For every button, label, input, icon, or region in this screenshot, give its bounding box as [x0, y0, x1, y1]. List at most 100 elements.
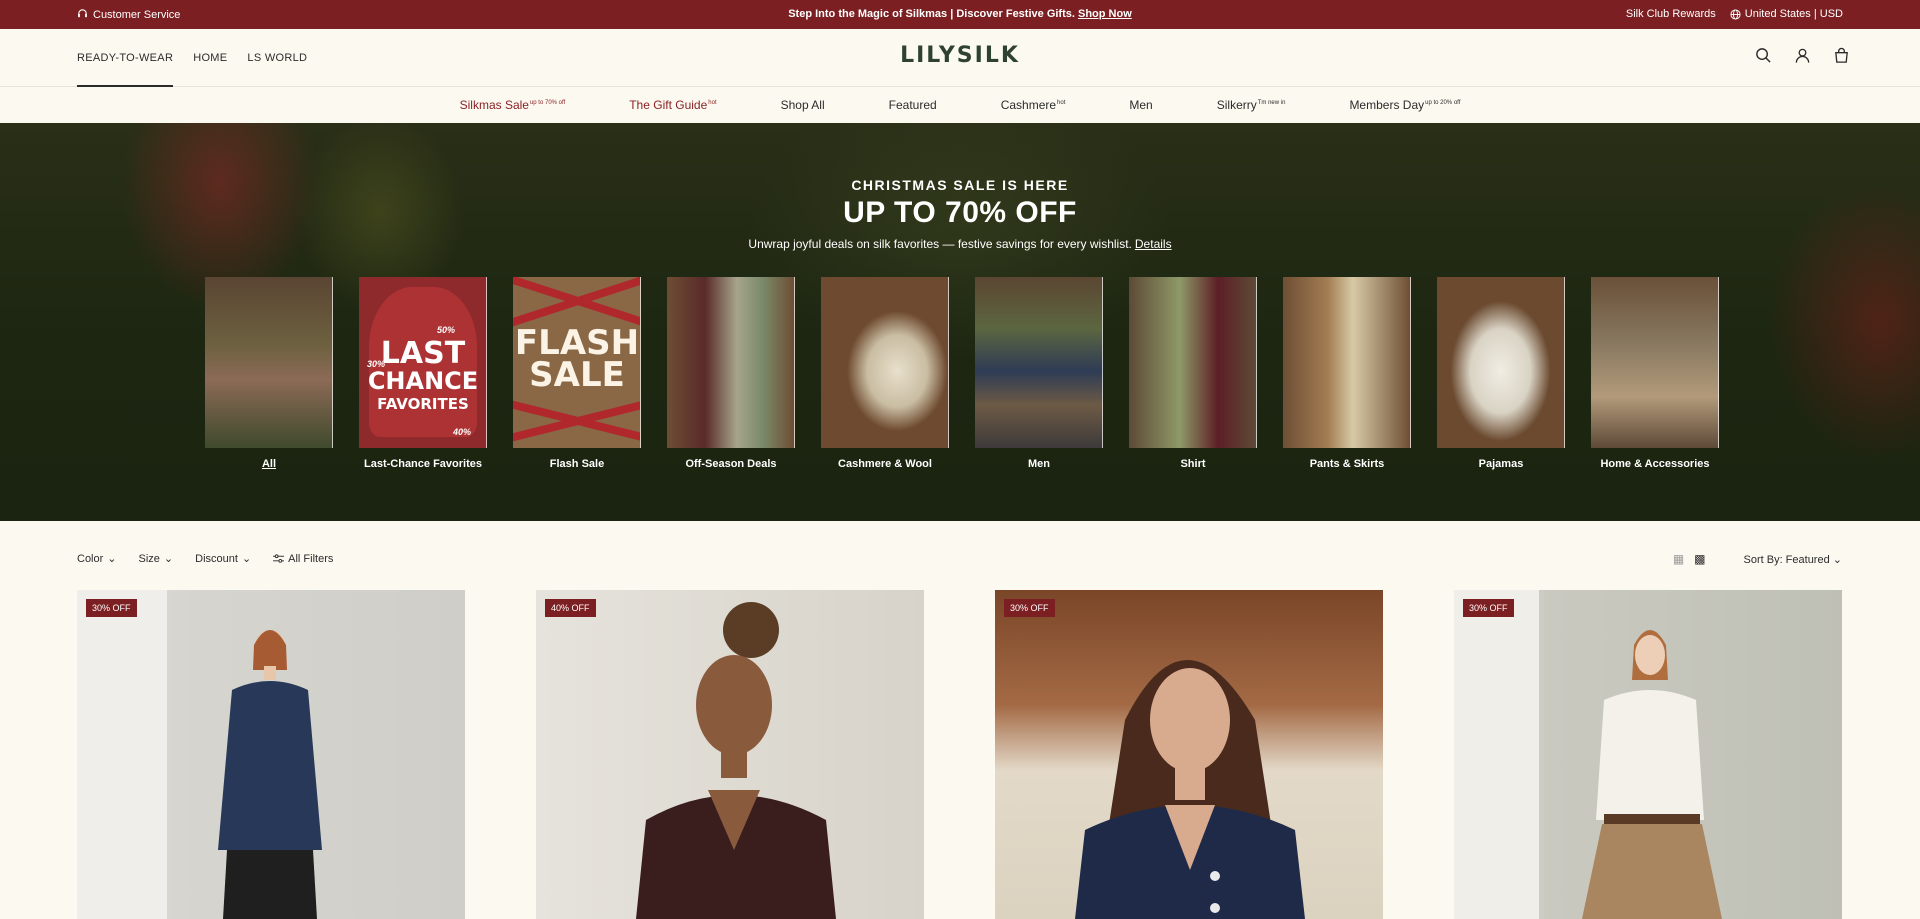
cat-gift-guide[interactable]: The Gift Guidehot	[629, 98, 716, 112]
filter-label: Discount	[195, 552, 238, 565]
cat-sup: hot	[708, 100, 717, 106]
pct-label: 50%	[437, 325, 456, 335]
product-card[interactable]: 30% OFF	[995, 590, 1383, 919]
shop-now-link[interactable]: Shop Now	[1078, 8, 1132, 20]
discount-badge: 30% OFF	[86, 599, 137, 617]
tile-image	[821, 277, 949, 448]
cat-silkmas-sale[interactable]: Silkmas Saleup to 70% off	[460, 98, 566, 112]
nav-ls-world[interactable]: LS WORLD	[247, 29, 307, 87]
tile-label: All	[261, 458, 277, 470]
header-icons	[1755, 47, 1850, 64]
discount-badge: 30% OFF	[1463, 599, 1514, 617]
filter-label: Color	[77, 552, 104, 565]
product-card[interactable]: 30% OFF	[77, 590, 465, 919]
filter-color[interactable]: Color ⌄	[77, 552, 117, 566]
promo-text: Step Into the Magic of Silkmas | Discove…	[788, 8, 1075, 20]
filter-label: All Filters	[288, 552, 334, 565]
details-link[interactable]: Details	[1135, 237, 1172, 251]
hero-description: Unwrap joyful deals on silk favorites — …	[0, 237, 1920, 251]
cat-sup: hot	[1057, 100, 1066, 106]
chevron-down-icon: ⌄	[241, 553, 252, 565]
last-chance-text: LAST CHANCE FAVORITES	[359, 336, 486, 413]
nav-home[interactable]: HOME	[193, 29, 227, 87]
lc-line: LAST	[380, 336, 466, 371]
cat-cashmere[interactable]: Cashmerehot	[1001, 98, 1066, 112]
region-selector[interactable]: United States | USD	[1730, 8, 1843, 20]
product-grid: 30% OFF 40% OFF 30% OFF 30% OFF	[77, 590, 1842, 919]
cat-featured[interactable]: Featured	[889, 98, 937, 112]
filter-all[interactable]: All Filters	[273, 553, 333, 565]
tile-label: Cashmere & Wool	[838, 458, 932, 470]
tile-label: Shirt	[1180, 458, 1206, 470]
tile-label: Last-Chance Favorites	[364, 458, 482, 470]
cat-men[interactable]: Men	[1129, 98, 1152, 112]
hero-banner: CHRISTMAS SALE IS HERE UP TO 70% OFF Unw…	[0, 123, 1920, 521]
grid-toggle: ▦ ▩	[1673, 552, 1706, 566]
nav-ready-to-wear[interactable]: READY-TO-WEAR	[77, 29, 174, 87]
sort-dropdown[interactable]: Sort By: Featured ⌄	[1744, 553, 1843, 566]
region-label: United States | USD	[1744, 8, 1843, 20]
tile-pants-skirts[interactable]: Pants & Skirts	[1283, 277, 1411, 470]
cat-label: Featured	[888, 98, 937, 112]
tile-shirt[interactable]: Shirt	[1129, 277, 1257, 470]
hero-subtitle: CHRISTMAS SALE IS HERE	[851, 177, 1069, 193]
tile-label: Pants & Skirts	[1309, 458, 1385, 470]
silk-club-rewards-link[interactable]: Silk Club Rewards	[1626, 8, 1716, 20]
sale-band	[513, 396, 640, 446]
discount-badge: 40% OFF	[545, 599, 596, 617]
tile-label: Off-Season Deals	[685, 458, 777, 470]
tile-image: 50% 30% 40% LAST CHANCE FAVORITES	[359, 277, 487, 448]
model-image	[77, 590, 322, 919]
tile-label: Home & Accessories	[1600, 458, 1710, 470]
cat-label: Cashmere	[1000, 98, 1057, 112]
search-icon[interactable]	[1755, 47, 1772, 64]
cat-sup: Tm new in	[1257, 100, 1286, 106]
bag-icon[interactable]	[1833, 47, 1850, 64]
tile-last-chance[interactable]: 50% 30% 40% LAST CHANCE FAVORITES Last-C…	[359, 277, 487, 470]
cat-sup: up to 70% off	[529, 100, 566, 106]
globe-icon	[1730, 8, 1741, 20]
tile-image	[1437, 277, 1565, 448]
tile-off-season[interactable]: Off-Season Deals	[667, 277, 795, 470]
cat-label: Shop All	[780, 98, 825, 112]
filter-bar: Color ⌄ Size ⌄ Discount ⌄ All Filters	[77, 552, 333, 566]
chevron-down-icon: ⌄	[1832, 553, 1842, 566]
cat-label: Silkerry	[1216, 98, 1257, 112]
tile-flash-sale[interactable]: FLASH SALE Flash Sale	[513, 277, 641, 470]
grid-4-icon[interactable]: ▩	[1694, 552, 1705, 566]
category-tiles: All 50% 30% 40% LAST CHANCE FAVORITES La…	[205, 277, 1719, 470]
pct-label: 40%	[453, 427, 472, 437]
model-image	[1454, 590, 1722, 919]
tile-home-accessories[interactable]: Home & Accessories	[1591, 277, 1719, 470]
logo-text[interactable]: LILYSILK	[900, 43, 1020, 68]
tile-men[interactable]: Men	[975, 277, 1103, 470]
cat-sup: up to 20% off	[1425, 100, 1461, 106]
sort-label: Sort By: Featured	[1743, 553, 1830, 566]
grid-3-icon[interactable]: ▦	[1673, 552, 1684, 566]
product-card[interactable]: 30% OFF	[1454, 590, 1842, 919]
cat-members-day[interactable]: Members Dayup to 20% off	[1349, 98, 1460, 112]
cat-silkerry[interactable]: SilkerryTm new in	[1217, 98, 1286, 112]
chevron-down-icon: ⌄	[163, 553, 174, 565]
tile-all[interactable]: All	[205, 277, 333, 470]
category-nav: Silkmas Saleup to 70% off The Gift Guide…	[0, 87, 1920, 123]
model-image	[636, 602, 836, 919]
tile-pajamas[interactable]: Pajamas	[1437, 277, 1565, 470]
tile-image	[1283, 277, 1411, 448]
announcement-bar: Customer Service Step Into the Magic of …	[0, 0, 1920, 29]
tile-image: FLASH SALE	[513, 277, 641, 448]
lc-line: FAVORITES	[377, 395, 469, 413]
chevron-down-icon: ⌄	[107, 553, 117, 565]
site-header: READY-TO-WEAR HOME LS WORLD LILYSILK	[0, 29, 1920, 87]
tile-cashmere-wool[interactable]: Cashmere & Wool	[821, 277, 949, 470]
filter-discount[interactable]: Discount ⌄	[195, 552, 252, 566]
cat-label: Men	[1129, 98, 1153, 112]
filter-size[interactable]: Size ⌄	[139, 552, 174, 566]
hero-description-text: Unwrap joyful deals on silk favorites — …	[748, 237, 1132, 251]
cat-shop-all[interactable]: Shop All	[781, 98, 825, 112]
tile-label: Flash Sale	[549, 458, 605, 470]
cat-label: Silkmas Sale	[459, 98, 529, 112]
tile-image	[667, 277, 795, 448]
account-icon[interactable]	[1794, 47, 1811, 64]
product-card[interactable]: 40% OFF	[536, 590, 924, 919]
